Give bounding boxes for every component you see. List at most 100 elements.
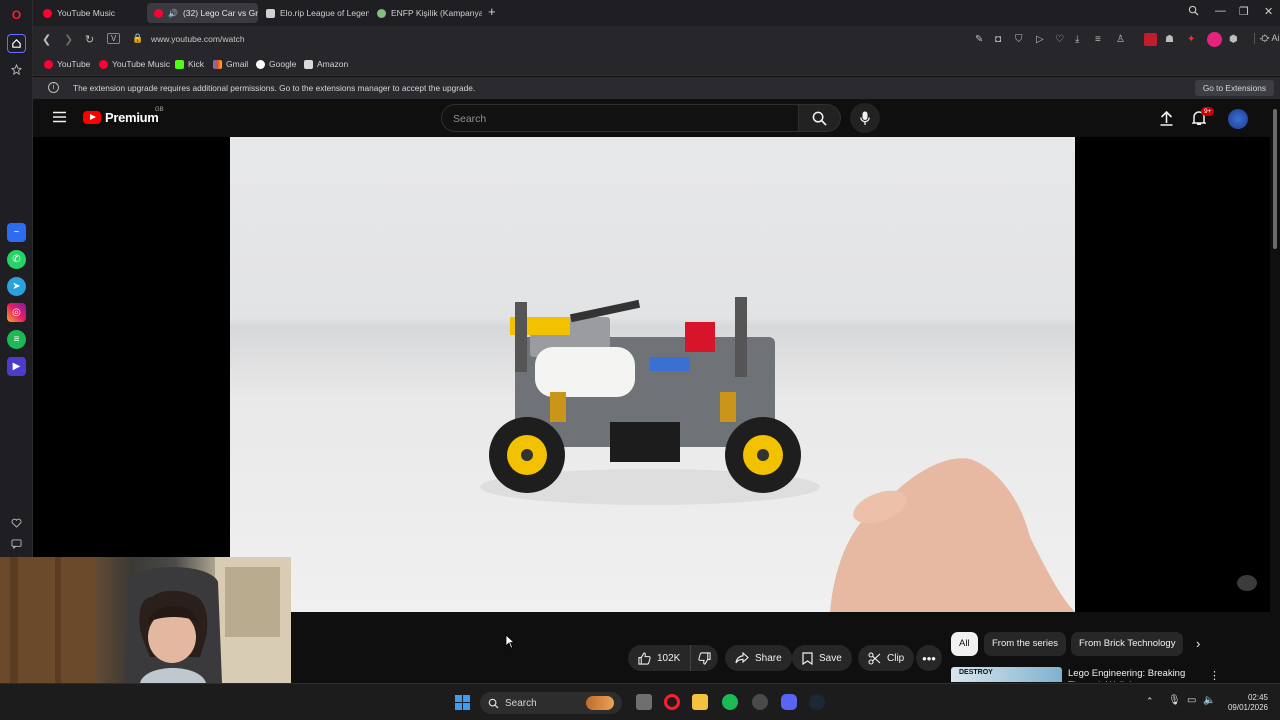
url-field[interactable]: www.youtube.com/watch xyxy=(151,34,245,44)
save-button[interactable]: Save xyxy=(792,645,852,671)
clip-button[interactable]: Clip xyxy=(858,645,915,671)
close-icon[interactable]: ✕ xyxy=(1264,5,1273,18)
scrollbar-thumb[interactable] xyxy=(1273,109,1277,249)
search-placeholder: Search xyxy=(453,113,487,125)
avatar[interactable] xyxy=(1228,109,1248,129)
task-view-icon[interactable] xyxy=(636,694,652,710)
recommended-title[interactable]: Lego Engineering: Breaking Through Walls… xyxy=(1068,668,1198,682)
whatsapp-icon[interactable]: ✆ xyxy=(7,250,26,269)
save-label: Save xyxy=(819,652,842,664)
notification-text: The extension upgrade requires additiona… xyxy=(73,83,476,93)
youtube-premium-logo[interactable]: Premium GB xyxy=(83,107,164,125)
bookmark-gmail[interactable]: Gmail xyxy=(213,59,248,69)
chip-from-brick-technology[interactable]: From Brick Technology xyxy=(1071,632,1184,656)
windows-taskbar: Search ⌃ 🎙 ▭ 🔈 02:45 09/01/2026 xyxy=(0,683,1280,720)
download-icon[interactable]: ⤓ xyxy=(1075,34,1079,45)
search-button[interactable] xyxy=(799,104,841,132)
bookmark-kick[interactable]: Kick xyxy=(175,59,204,69)
speaker-icon[interactable]: 🔊 xyxy=(168,9,178,18)
voice-search-button[interactable] xyxy=(850,103,880,133)
tab-lego-car[interactable]: 🔊 (32) Lego Car vs Grow xyxy=(147,3,258,23)
shield-icon[interactable]: ⛉ xyxy=(1015,34,1023,45)
steam-taskbar-icon[interactable] xyxy=(809,694,825,710)
player-icon[interactable]: ▶ xyxy=(7,357,26,376)
star-icon[interactable] xyxy=(7,60,26,79)
tab-youtube-music[interactable]: YouTube Music xyxy=(36,3,146,23)
file-explorer-icon[interactable] xyxy=(692,694,708,710)
bookmark-icon xyxy=(802,651,813,665)
bookmark-label: Gmail xyxy=(226,59,249,69)
instagram-icon[interactable]: ◎ xyxy=(7,303,26,322)
bookmark-youtube[interactable]: YouTube xyxy=(44,59,90,69)
share-button[interactable]: Share xyxy=(725,645,792,671)
like-button[interactable]: 102K xyxy=(638,651,680,665)
dislike-button[interactable] xyxy=(690,645,718,671)
opera-taskbar-icon[interactable] xyxy=(664,694,680,710)
windows-start-icon[interactable] xyxy=(455,695,470,710)
minimize-icon[interactable]: — xyxy=(1215,5,1226,17)
bookmark-amazon[interactable]: Amazon xyxy=(304,59,348,69)
spotify-icon[interactable]: ≡ xyxy=(7,330,26,349)
home-icon[interactable] xyxy=(7,34,26,53)
lens-icon[interactable]: V xyxy=(107,33,121,44)
spotify-taskbar-icon[interactable] xyxy=(722,694,738,710)
display-tray-icon[interactable]: ▭ xyxy=(1187,695,1196,706)
extension-cube-icon[interactable]: ⬢ xyxy=(1229,34,1238,45)
channel-watermark-icon[interactable] xyxy=(1237,575,1257,591)
play-icon[interactable]: ▷ xyxy=(1036,34,1044,45)
bookmark-label: YouTube xyxy=(57,59,91,69)
back-icon[interactable]: ❮ xyxy=(42,33,51,46)
new-tab-icon[interactable]: + xyxy=(488,4,496,19)
messenger-icon[interactable]: ~ xyxy=(7,223,26,242)
chip-from-the-series[interactable]: From the series xyxy=(984,632,1066,656)
bookmark-google[interactable]: Google xyxy=(256,59,296,69)
ai-button[interactable]: ⛮ Ai xyxy=(1254,33,1279,44)
heart-outline-icon[interactable]: ♡ xyxy=(1055,34,1064,45)
more-actions-button[interactable]: ••• xyxy=(916,645,942,671)
opera-logo-icon[interactable]: O xyxy=(7,5,26,24)
more-vertical-icon[interactable]: ⋮ xyxy=(1209,669,1220,682)
chip-all[interactable]: All xyxy=(951,632,978,656)
mouse-cursor-icon xyxy=(505,634,515,649)
upload-icon[interactable] xyxy=(1160,110,1173,126)
youtube-logo-icon xyxy=(83,111,101,124)
discord-taskbar-icon[interactable] xyxy=(781,694,797,710)
forward-icon[interactable]: ❯ xyxy=(64,33,73,46)
reload-icon[interactable]: ↻ xyxy=(85,33,94,46)
extension-pink-icon[interactable] xyxy=(1207,32,1222,47)
amazon-icon xyxy=(304,59,313,69)
ai-label: Ai xyxy=(1271,33,1280,43)
tab-enfp[interactable]: ENFP Kişilik (Kampanyacı xyxy=(370,3,482,23)
camera-icon[interactable]: ◘ xyxy=(995,34,1001,45)
search-icon xyxy=(488,698,499,709)
search-input[interactable]: Search xyxy=(441,104,799,132)
volume-tray-icon[interactable]: 🔈 xyxy=(1203,695,1215,706)
bookmark-youtube-music[interactable]: YouTube Music xyxy=(99,59,170,69)
extension-red-icon[interactable] xyxy=(1144,33,1157,46)
telegram-icon[interactable]: ➤ xyxy=(7,277,26,296)
bookmark-label: Amazon xyxy=(317,59,349,69)
system-clock[interactable]: 02:45 09/01/2026 xyxy=(1228,693,1268,713)
extension-tb-icon[interactable]: ✦ xyxy=(1187,34,1195,45)
microphone-tray-icon[interactable]: 🎙 xyxy=(1168,695,1181,706)
recommended-thumbnail[interactable]: DESTROY xyxy=(951,667,1062,682)
edit-icon[interactable]: ✎ xyxy=(975,34,983,45)
go-to-extensions-button[interactable]: Go to Extensions xyxy=(1194,80,1274,96)
chat-icon[interactable] xyxy=(7,534,26,553)
search-tabs-icon[interactable] xyxy=(1188,5,1199,16)
page-scrollbar[interactable] xyxy=(1270,99,1280,681)
menu-icon[interactable] xyxy=(53,111,66,123)
tab-elo-rip[interactable]: Elo.rip League of Legends xyxy=(259,3,369,23)
taskbar-search[interactable]: Search xyxy=(480,692,622,714)
video-player[interactable] xyxy=(33,137,1270,612)
maximize-icon[interactable]: ❐ xyxy=(1239,5,1249,18)
notification-count-badge: 9+ xyxy=(1201,107,1215,116)
extension-cat-icon[interactable]: ☗ xyxy=(1165,34,1174,45)
tray-chevron-icon[interactable]: ⌃ xyxy=(1146,696,1154,707)
video-frame[interactable] xyxy=(230,137,1075,612)
app-taskbar-icon[interactable] xyxy=(752,694,768,710)
heart-icon[interactable] xyxy=(7,513,26,532)
profile-icon[interactable]: ♙ xyxy=(1116,34,1125,45)
menu-lines-icon[interactable]: ≡ xyxy=(1095,34,1101,45)
chevron-right-icon[interactable]: › xyxy=(1196,636,1200,651)
